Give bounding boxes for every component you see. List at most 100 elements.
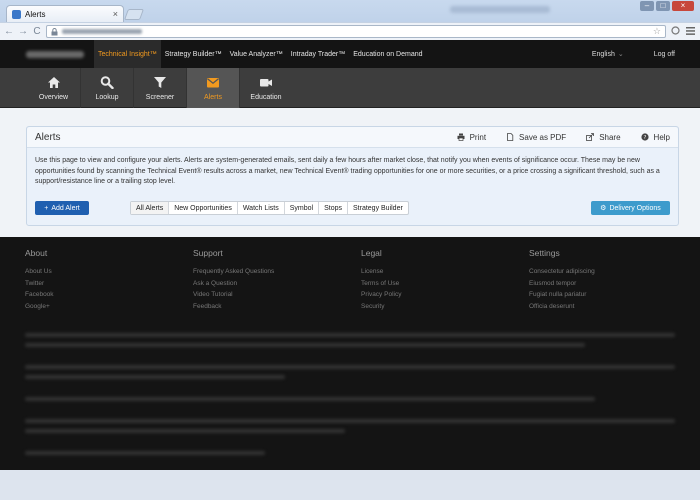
chevron-down-icon: ⌄ — [617, 51, 624, 58]
legal-text-redacted — [25, 419, 675, 423]
topnav-technical-insight[interactable]: Technical Insight™ — [94, 40, 161, 68]
browser-chrome: Alerts × – □ × ← → C ☆ — [0, 0, 700, 40]
nav-education[interactable]: Education — [239, 68, 292, 108]
site-header: Technical Insight™ Strategy Builder™ Val… — [0, 40, 700, 68]
address-bar[interactable]: ☆ — [46, 25, 666, 38]
footer-link[interactable]: Privacy Policy — [361, 289, 491, 301]
topnav-intraday-trader[interactable]: Intraday Trader™ — [287, 40, 349, 68]
svg-text:?: ? — [643, 135, 646, 141]
menu-icon[interactable] — [685, 26, 696, 37]
maximize-button[interactable]: □ — [656, 1, 670, 11]
filter-watch-lists[interactable]: Watch Lists — [236, 202, 284, 214]
bookmark-star-icon[interactable]: ☆ — [653, 26, 661, 37]
filter-symbol[interactable]: Symbol — [283, 202, 318, 214]
window-bottom — [0, 470, 700, 500]
language-label: English — [591, 51, 615, 58]
share-label: Share — [599, 132, 621, 142]
extension-icon[interactable] — [670, 26, 681, 37]
share-button[interactable]: Share — [586, 132, 621, 142]
browser-tab[interactable]: Alerts × — [6, 5, 124, 22]
alerts-panel: Alerts Print Save as PDF Share ? Help Us… — [26, 126, 679, 226]
back-arrow-icon[interactable]: ← — [4, 26, 14, 37]
help-icon: ? — [640, 133, 649, 141]
footer-link[interactable]: About Us — [25, 266, 155, 278]
footer-link[interactable]: Terms of Use — [361, 278, 491, 290]
tab-close-icon[interactable]: × — [113, 9, 118, 19]
printer-icon — [457, 133, 465, 141]
minimize-button[interactable]: – — [640, 1, 654, 11]
footer-support: Support Frequently Asked Questions Ask a… — [193, 248, 323, 312]
new-tab-button[interactable] — [123, 9, 145, 20]
browser-tab-title: Alerts — [25, 9, 46, 19]
add-alert-label: Add Alert — [51, 204, 80, 212]
filter-strategy-builder[interactable]: Strategy Builder — [347, 202, 408, 214]
footer-link[interactable]: Video Tutorial — [193, 289, 323, 301]
gear-icon: ⚙ — [600, 205, 607, 212]
filter-new-opportunities[interactable]: New Opportunities — [168, 202, 237, 214]
filter-stops[interactable]: Stops — [318, 202, 347, 214]
footer-legal: Legal License Terms of Use Privacy Polic… — [361, 248, 491, 312]
delivery-options-label: Delivery Options — [609, 204, 661, 212]
footer-link[interactable]: Ask a Question — [193, 278, 323, 290]
icon-nav: Overview Lookup Screener Alerts Educatio… — [0, 68, 700, 108]
save-as-pdf-label: Save as PDF — [519, 132, 567, 142]
lock-icon — [51, 27, 58, 35]
footer-support-title: Support — [193, 248, 223, 258]
site-logo[interactable] — [26, 50, 84, 58]
nav-alerts[interactable]: Alerts — [186, 68, 239, 108]
footer-settings: Settings Consectetur adipiscing Eiusmod … — [529, 248, 659, 312]
footer-link[interactable]: Eiusmod tempor — [529, 278, 659, 290]
alerts-panel-header: Alerts Print Save as PDF Share ? Help — [27, 127, 678, 148]
add-alert-button[interactable]: + Add Alert — [35, 201, 89, 215]
topnav-education-on-demand[interactable]: Education on Demand — [349, 40, 426, 68]
nav-lookup[interactable]: Lookup — [80, 68, 133, 108]
language-selector[interactable]: English ⌄ — [592, 50, 624, 58]
topnav-strategy-builder[interactable]: Strategy Builder™ — [161, 40, 226, 68]
footer-about-title: About — [25, 248, 48, 258]
print-button[interactable]: Print — [457, 133, 486, 142]
alerts-description: Use this page to view and configure your… — [35, 157, 660, 185]
footer-link[interactable]: Facebook — [25, 289, 155, 301]
footer-link[interactable]: Consectetur adipiscing — [529, 266, 659, 278]
alerts-controls: + Add Alert All Alerts New Opportunities… — [35, 201, 670, 216]
save-as-pdf-button[interactable]: Save as PDF — [506, 133, 566, 142]
delivery-options-button[interactable]: ⚙ Delivery Options — [591, 201, 670, 215]
close-window-button[interactable]: × — [672, 1, 694, 11]
nav-overview-label: Overview — [38, 93, 69, 101]
footer-link[interactable]: Frequently Asked Questions — [193, 266, 323, 278]
legal-text-redacted — [25, 365, 675, 369]
legal-text-redacted — [25, 397, 595, 401]
reload-icon[interactable]: C — [32, 26, 42, 37]
footer-link[interactable]: Google+ — [25, 301, 155, 313]
footer-link[interactable]: Feedback — [193, 301, 323, 313]
logout-link[interactable]: Log off — [654, 51, 675, 58]
forward-arrow-icon[interactable]: → — [18, 26, 28, 37]
legal-text-redacted — [25, 333, 675, 337]
help-button[interactable]: ? Help — [640, 133, 670, 142]
home-icon — [47, 76, 60, 88]
nav-screener[interactable]: Screener — [133, 68, 186, 108]
legal-text-redacted — [25, 343, 585, 347]
window-title-redacted — [450, 6, 550, 13]
footer-link[interactable]: License — [361, 266, 491, 278]
topnav-value-analyzer[interactable]: Value Analyzer™ — [226, 40, 287, 68]
url-redacted — [62, 29, 142, 34]
browser-toolbar: ← → C ☆ — [0, 22, 700, 40]
nav-alerts-label: Alerts — [204, 93, 222, 101]
footer-link[interactable]: Security — [361, 301, 491, 313]
filter-all-alerts[interactable]: All Alerts — [131, 202, 169, 214]
footer-link[interactable]: Fugiat nulla pariatur — [529, 289, 659, 301]
share-icon — [586, 133, 595, 141]
document-icon — [507, 133, 514, 141]
nav-screener-label: Screener — [145, 93, 175, 101]
page-title: Alerts — [35, 131, 61, 143]
footer-link[interactable]: Officia deserunt — [529, 301, 659, 313]
video-camera-icon — [260, 78, 272, 86]
favicon-icon — [12, 9, 21, 19]
footer-link[interactable]: Twitter — [25, 278, 155, 290]
footer-settings-title: Settings — [529, 248, 560, 258]
search-icon — [100, 75, 114, 89]
envelope-icon — [207, 77, 219, 87]
window-controls: – □ × — [640, 1, 694, 11]
nav-overview[interactable]: Overview — [27, 68, 80, 108]
